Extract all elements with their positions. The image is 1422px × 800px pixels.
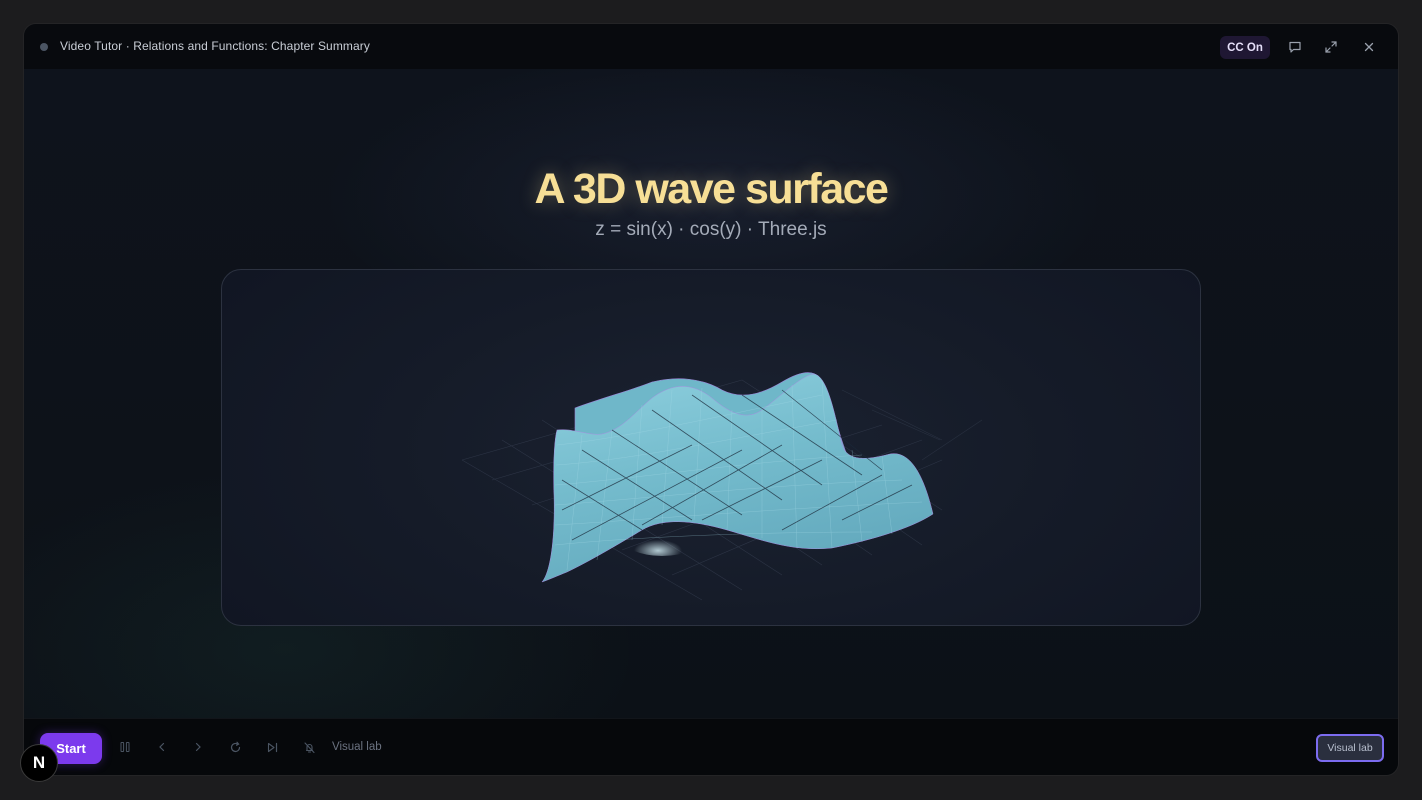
status-dot bbox=[40, 43, 48, 51]
close-icon[interactable] bbox=[1359, 37, 1379, 57]
skip-forward-icon[interactable] bbox=[264, 739, 280, 755]
lesson-stage: A 3D wave surface z = sin(x) · cos(y) · … bbox=[24, 69, 1398, 718]
slide-subheading: z = sin(x) · cos(y) · Three.js bbox=[595, 219, 827, 240]
n-logo[interactable]: N bbox=[20, 744, 58, 782]
window-title: Video Tutor · Relations and Functions: C… bbox=[60, 39, 370, 53]
visual-lab-button[interactable]: Visual lab bbox=[1316, 734, 1384, 762]
rotate-icon[interactable] bbox=[227, 739, 243, 755]
expand-icon[interactable] bbox=[1321, 37, 1341, 57]
chevron-left-icon[interactable] bbox=[154, 739, 170, 755]
pause-icon[interactable] bbox=[117, 739, 133, 755]
mode-label: Visual lab bbox=[332, 741, 382, 753]
player-controls: Start Visual lab Visual lab bbox=[24, 718, 1398, 775]
3d-surface-canvas[interactable] bbox=[221, 269, 1201, 626]
captions-toggle-button[interactable]: CC On bbox=[1220, 36, 1270, 59]
video-tutor-window: Video Tutor · Relations and Functions: C… bbox=[24, 24, 1398, 775]
slide-heading: A 3D wave surface bbox=[534, 165, 889, 213]
title-bar: Video Tutor · Relations and Functions: C… bbox=[24, 24, 1398, 70]
bell-off-icon[interactable] bbox=[301, 739, 317, 755]
chat-bubble-icon[interactable] bbox=[1285, 37, 1305, 57]
wave-surface-render bbox=[461, 372, 983, 601]
chevron-right-icon[interactable] bbox=[190, 739, 206, 755]
